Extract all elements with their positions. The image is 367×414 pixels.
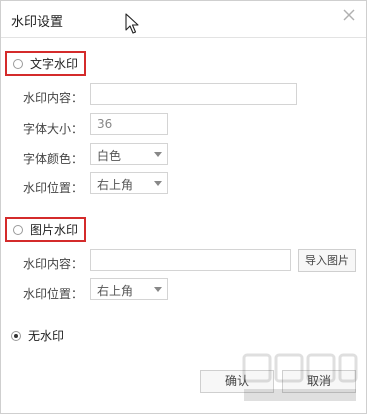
text-position-select[interactable]: 右上角 — [90, 172, 168, 194]
font-color-label: 字体颜色： — [23, 152, 84, 166]
close-icon — [343, 9, 355, 21]
font-size-label: 字体大小： — [23, 122, 84, 136]
image-watermark-label: 图片水印 — [30, 223, 79, 237]
text-position-value: 右上角 — [97, 178, 134, 192]
dialog-title: 水印设置 — [11, 15, 64, 30]
chevron-down-icon — [154, 152, 162, 157]
text-watermark-radio[interactable]: 文字水印 — [5, 51, 86, 76]
mouse-pointer-icon — [125, 13, 139, 34]
close-button[interactable] — [341, 7, 357, 23]
no-watermark-radio[interactable]: 无水印 — [5, 327, 64, 344]
image-content-input[interactable] — [90, 249, 291, 271]
watermark-settings-dialog: 水印设置 文字水印 水印内容： 字体大小： 36 字体颜色： 白色 水印位置： … — [0, 0, 367, 414]
image-watermark-radio[interactable]: 图片水印 — [5, 217, 86, 242]
no-watermark-label: 无水印 — [28, 329, 65, 343]
title-divider — [1, 37, 366, 38]
image-position-value: 右上角 — [97, 284, 134, 298]
text-content-input[interactable] — [90, 83, 297, 105]
no-watermark-radio-circle — [11, 330, 21, 341]
image-position-select[interactable]: 右上角 — [90, 278, 168, 300]
image-position-label: 水印位置： — [23, 287, 84, 301]
chevron-down-icon — [154, 287, 162, 292]
chevron-down-icon — [154, 181, 162, 186]
image-content-label: 水印内容： — [23, 257, 84, 271]
text-position-label: 水印位置： — [23, 181, 84, 195]
text-content-label: 水印内容： — [23, 91, 84, 105]
import-image-button[interactable]: 导入图片 — [298, 249, 356, 272]
image-watermark-radio-circle — [13, 224, 23, 235]
site-watermark-logo — [242, 353, 358, 401]
text-watermark-radio-circle — [13, 58, 23, 69]
font-color-value: 白色 — [97, 149, 122, 163]
font-color-select[interactable]: 白色 — [90, 143, 168, 165]
font-size-input[interactable]: 36 — [90, 113, 168, 135]
text-watermark-label: 文字水印 — [30, 57, 79, 71]
